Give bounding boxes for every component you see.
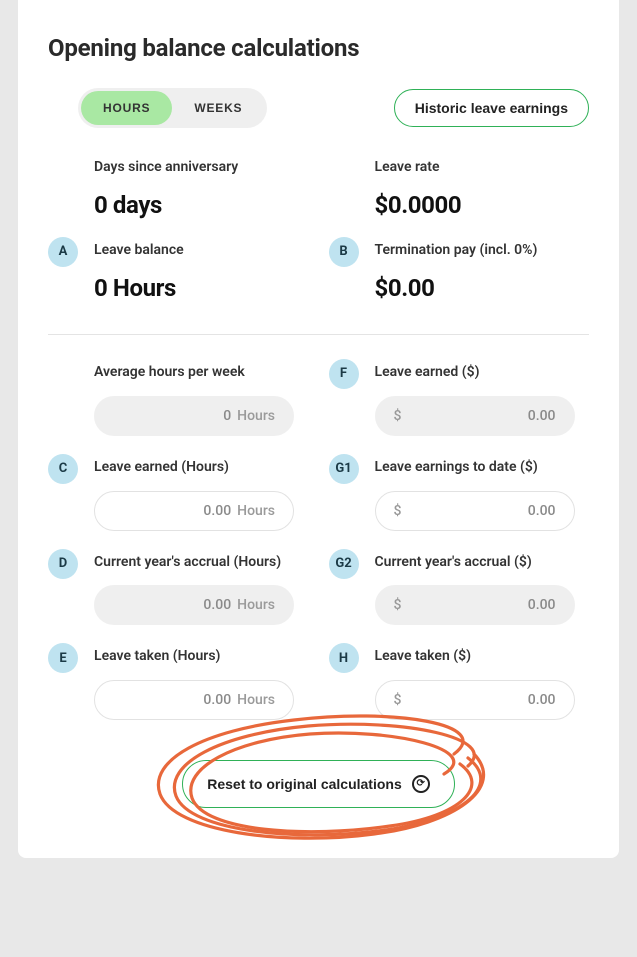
calculations-grid: Days since anniversary 0 days Leave rate… (48, 158, 589, 720)
badge-f: F (329, 359, 359, 389)
current-accrual-dollars-label: Current year's accrual ($) (375, 553, 590, 572)
leave-earnings-to-date-cell: G1 Leave earnings to date ($) $ 0.00 (329, 458, 590, 531)
current-accrual-hours-label: Current year's accrual (Hours) (94, 553, 309, 572)
current-accrual-dollars-prefix: $ (394, 597, 402, 613)
avg-hours-per-week-value: 0 (113, 408, 231, 424)
leave-taken-hours-cell: E Leave taken (Hours) 0.00 Hours (48, 647, 309, 720)
leave-taken-hours-suffix: Hours (237, 692, 275, 708)
leave-earned-hours-label: Leave earned (Hours) (94, 458, 309, 477)
reset-button-label: Reset to original calculations (207, 776, 402, 792)
leave-earned-dollars-value: 0.00 (401, 408, 555, 424)
segment-hours[interactable]: HOURS (81, 91, 172, 125)
leave-rate-cell: Leave rate $0.0000 (329, 158, 590, 219)
badge-b: B (329, 237, 359, 267)
leave-earned-dollars-label: Leave earned ($) (375, 363, 590, 382)
leave-earned-dollars-cell: F Leave earned ($) $ 0.00 (329, 363, 590, 436)
leave-earnings-to-date-prefix: $ (394, 503, 402, 519)
avg-hours-per-week-suffix: Hours (237, 408, 275, 424)
termination-pay-cell: B Termination pay (incl. 0%) $0.00 (329, 241, 590, 302)
reset-button-wrap: Reset to original calculations ⟳ (48, 760, 589, 808)
badge-a: A (48, 237, 78, 267)
badge-d: D (48, 549, 78, 579)
leave-rate-value: $0.0000 (375, 191, 590, 219)
page-title: Opening balance calculations (48, 34, 589, 62)
badge-g1: G1 (329, 454, 359, 484)
reset-to-original-button[interactable]: Reset to original calculations ⟳ (182, 760, 455, 808)
leave-earned-dollars-input: $ 0.00 (375, 396, 575, 436)
current-accrual-hours-value: 0.00 (113, 597, 231, 613)
current-accrual-hours-cell: D Current year's accrual (Hours) 0.00 Ho… (48, 553, 309, 626)
current-accrual-hours-input: 0.00 Hours (94, 585, 294, 625)
leave-earned-dollars-prefix: $ (394, 408, 402, 424)
leave-taken-hours-label: Leave taken (Hours) (94, 647, 309, 666)
leave-earnings-to-date-input[interactable]: $ 0.00 (375, 491, 575, 531)
historic-leave-earnings-button[interactable]: Historic leave earnings (394, 89, 589, 127)
badge-g2: G2 (329, 549, 359, 579)
leave-taken-dollars-prefix: $ (394, 692, 402, 708)
leave-earnings-to-date-label: Leave earnings to date ($) (375, 458, 590, 477)
current-accrual-hours-suffix: Hours (237, 597, 275, 613)
opening-balance-card: Opening balance calculations HOURS WEEKS… (18, 0, 619, 858)
badge-h: H (329, 643, 359, 673)
unit-segmented-control: HOURS WEEKS (78, 88, 267, 128)
leave-earned-hours-value: 0.00 (113, 503, 231, 519)
leave-taken-dollars-input[interactable]: $ 0.00 (375, 680, 575, 720)
leave-balance-label: Leave balance (94, 241, 309, 260)
leave-earned-hours-suffix: Hours (237, 503, 275, 519)
avg-hours-per-week-input: 0 Hours (94, 396, 294, 436)
badge-c: C (48, 454, 78, 484)
leave-earned-hours-input[interactable]: 0.00 Hours (94, 491, 294, 531)
termination-pay-label: Termination pay (incl. 0%) (375, 241, 590, 260)
leave-rate-label: Leave rate (375, 158, 590, 177)
days-since-anniversary-label: Days since anniversary (94, 158, 309, 177)
section-divider (48, 334, 589, 335)
days-since-anniversary-cell: Days since anniversary 0 days (48, 158, 309, 219)
current-accrual-dollars-cell: G2 Current year's accrual ($) $ 0.00 (329, 553, 590, 626)
current-accrual-dollars-input: $ 0.00 (375, 585, 575, 625)
badge-e: E (48, 643, 78, 673)
leave-earned-hours-cell: C Leave earned (Hours) 0.00 Hours (48, 458, 309, 531)
leave-taken-hours-input[interactable]: 0.00 Hours (94, 680, 294, 720)
current-accrual-dollars-value: 0.00 (401, 597, 555, 613)
leave-balance-value: 0 Hours (94, 274, 309, 302)
avg-hours-per-week-cell: Average hours per week 0 Hours (48, 363, 309, 436)
avg-hours-per-week-label: Average hours per week (94, 363, 309, 382)
termination-pay-value: $0.00 (375, 274, 590, 302)
top-controls-row: HOURS WEEKS Historic leave earnings (48, 88, 589, 128)
leave-taken-dollars-cell: H Leave taken ($) $ 0.00 (329, 647, 590, 720)
leave-balance-cell: A Leave balance 0 Hours (48, 241, 309, 302)
leave-taken-dollars-label: Leave taken ($) (375, 647, 590, 666)
days-since-anniversary-value: 0 days (94, 191, 309, 219)
leave-taken-hours-value: 0.00 (113, 692, 231, 708)
segment-weeks[interactable]: WEEKS (172, 91, 264, 125)
leave-taken-dollars-value: 0.00 (401, 692, 555, 708)
refresh-icon: ⟳ (412, 775, 430, 793)
leave-earnings-to-date-value: 0.00 (401, 503, 555, 519)
